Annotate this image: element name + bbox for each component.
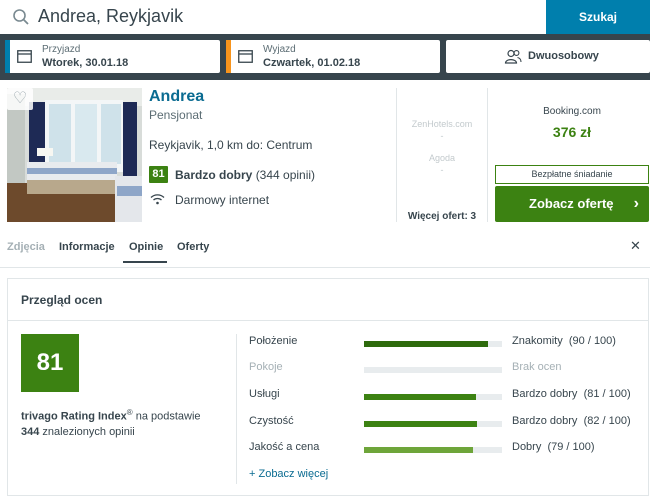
category-name: Pokoje — [249, 361, 283, 373]
more-offers-link[interactable]: Więcej ofert: 3 — [397, 211, 487, 222]
verdict-label: Znakomity — [512, 335, 563, 347]
category-bar-fill — [364, 447, 474, 453]
category-row: Położenie Znakomity (90 / 100) — [249, 335, 639, 355]
hotel-photo[interactable]: ♡ — [7, 88, 142, 222]
verdict-score: (79 / 100) — [547, 441, 595, 453]
review-panel-title: Przegląd ocen — [21, 293, 103, 307]
review-panel-header: Przegląd ocen — [8, 279, 648, 321]
calendar-icon — [17, 50, 32, 63]
category-verdict: Znakomity (90 / 100) — [512, 335, 616, 347]
checkout-field[interactable]: Wyjazd Czwartek, 01.02.18 — [226, 40, 440, 73]
hotel-location: Reykjavik, 1,0 km do: Centrum — [149, 138, 313, 152]
detail-tabs: Zdjęcia Informacje Opinie Oferty ✕ — [0, 230, 650, 268]
other-offers[interactable]: ZenHotels.com - Agoda - Więcej ofert: 3 — [396, 88, 488, 222]
verdict-label: Dobry — [512, 441, 542, 453]
provider-agoda[interactable]: Agoda — [397, 153, 487, 163]
verdict-label: Brak ocen — [512, 361, 562, 373]
review-overview-panel: Przegląd ocen 81 trivago Rating Index® n… — [7, 278, 649, 496]
close-icon[interactable]: ✕ — [630, 238, 641, 254]
rating-badge: 81 — [149, 166, 168, 183]
amenity-wifi: Darmowy internet — [175, 193, 270, 207]
view-deal-button[interactable]: Zobacz ofertę › — [495, 186, 649, 222]
category-bar-fill — [364, 394, 476, 400]
verdict-score: (82 / 100) — [583, 415, 631, 427]
rating-count: (344 opinii) — [255, 168, 316, 182]
see-more-link[interactable]: + Zobacz więcej — [249, 468, 328, 480]
search-icon — [13, 9, 29, 25]
category-row: Jakość a cena Dobry (79 / 100) — [249, 441, 639, 461]
review-count-rest: znalezionych opinii — [39, 425, 135, 438]
category-name: Usługi — [249, 388, 280, 400]
panel-divider — [236, 334, 237, 484]
search-button[interactable]: Szukaj — [546, 0, 650, 34]
category-bar-fill — [364, 421, 478, 427]
category-verdict: Bardzo dobry (81 / 100) — [512, 388, 631, 400]
tab-reviews[interactable]: Opinie — [123, 241, 168, 263]
category-verdict: Bardzo dobry (82 / 100) — [512, 415, 631, 427]
category-row: Czystość Bardzo dobry (82 / 100) — [249, 415, 639, 435]
checkout-stripe — [226, 40, 231, 73]
category-bar — [364, 367, 502, 373]
overall-score-badge: 81 — [21, 334, 79, 392]
tab-info[interactable]: Informacje — [59, 241, 115, 253]
search-bar: Andrea, Reykjavik Szukaj — [0, 0, 650, 34]
rating-index-text: trivago Rating Index® na podstawie 344 z… — [21, 405, 231, 440]
deal-box: Booking.com 376 zł Bezpłatne śniadanie Z… — [494, 88, 650, 222]
verdict-label: Bardzo dobry — [512, 388, 578, 400]
search-input[interactable]: Andrea, Reykjavik — [38, 6, 183, 27]
index-rest: na podstawie — [132, 410, 201, 423]
tab-offers[interactable]: Oferty — [177, 241, 209, 253]
category-name: Czystość — [249, 415, 294, 427]
provider-zenhotels[interactable]: ZenHotels.com — [397, 119, 487, 129]
hotel-name[interactable]: Andrea — [149, 88, 204, 106]
checkin-field[interactable]: Przyjazd Wtorek, 30.01.18 — [5, 40, 220, 73]
room-type-label: Dwuosobowy — [528, 50, 599, 62]
view-deal-label: Zobacz ofertę — [529, 196, 614, 211]
hotel-card: ♡ Andrea Pensjonat Reykjavik, 1,0 km do:… — [0, 80, 650, 498]
category-bar — [364, 341, 502, 347]
users-icon — [504, 49, 522, 64]
review-count: 344 — [21, 425, 40, 438]
category-row: Usługi Bardzo dobry (81 / 100) — [249, 388, 639, 408]
chevron-right-icon: › — [633, 195, 639, 212]
checkin-label: Przyjazd — [42, 44, 81, 55]
verdict-score: (81 / 100) — [583, 388, 631, 400]
verdict-label: Bardzo dobry — [512, 415, 578, 427]
provider-agoda-price: - — [440, 165, 444, 175]
calendar-icon — [238, 50, 253, 63]
category-row: Pokoje Brak ocen — [249, 361, 639, 381]
wifi-icon — [150, 194, 165, 205]
deal-site: Booking.com — [543, 106, 601, 117]
rating-text: Bardzo dobry (344 opinii) — [175, 168, 315, 182]
checkin-value: Wtorek, 30.01.18 — [42, 57, 129, 69]
provider-zenhotels-price: - — [440, 131, 444, 141]
category-bar — [364, 447, 502, 453]
favorite-heart-icon[interactable]: ♡ — [7, 88, 33, 110]
category-verdict: Dobry (79 / 100) — [512, 441, 595, 453]
checkout-value: Czwartek, 01.02.18 — [263, 57, 361, 69]
tab-photos[interactable]: Zdjęcia — [7, 241, 45, 253]
index-name: trivago Rating Index — [21, 410, 127, 423]
category-name: Jakość a cena — [249, 441, 320, 453]
rating-label: Bardzo dobry — [175, 168, 253, 182]
breakfast-badge: Bezpłatne śniadanie — [495, 165, 649, 184]
deal-price[interactable]: 376 zł — [494, 124, 650, 140]
checkout-label: Wyjazd — [263, 44, 296, 55]
hotel-type: Pensjonat — [149, 108, 203, 122]
verdict-score: (90 / 100) — [568, 335, 616, 347]
category-bar-fill — [364, 341, 489, 347]
category-bar — [364, 394, 502, 400]
category-verdict: Brak ocen — [512, 361, 568, 373]
checkin-stripe — [5, 40, 10, 73]
category-bar — [364, 421, 502, 427]
category-name: Położenie — [249, 335, 298, 347]
room-type-selector[interactable]: Dwuosobowy — [446, 40, 650, 73]
